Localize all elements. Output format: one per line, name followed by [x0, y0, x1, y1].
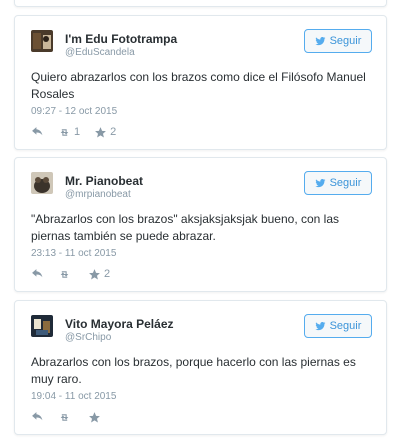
author-handle[interactable]: @EduScandela [65, 47, 135, 58]
avatar[interactable] [31, 315, 53, 337]
tweet-timestamp[interactable]: 23:13 - 11 oct 2015 [31, 248, 116, 259]
tweet-card-partial [14, 0, 387, 7]
retweet-button[interactable]: 1 [58, 126, 80, 139]
tweet-card: I'm Edu Fototrampa @EduScandela Seguir Q… [14, 15, 387, 150]
tweet-card: Vito Mayora Peláez @SrChipo Seguir Abraz… [14, 300, 387, 435]
retweet-button[interactable] [58, 411, 74, 424]
favorite-star-icon [89, 411, 100, 422]
tweet-actions: 2 [31, 267, 124, 281]
reply-icon [32, 268, 43, 277]
reply-icon [32, 411, 43, 420]
favorite-count: 2 [110, 126, 117, 138]
author-handle[interactable]: @SrChipo [65, 332, 111, 343]
favorite-button[interactable] [88, 411, 104, 424]
tweet-actions [31, 410, 118, 424]
tweet-card: Mr. Pianobeat @mrpianobeat Seguir "Abraz… [14, 157, 387, 292]
follow-button[interactable]: Seguir [304, 29, 372, 53]
tweet-text: Abrazarlos con los brazos, porque hacerl… [31, 355, 356, 386]
twitter-bird-icon [315, 178, 326, 187]
author-name[interactable]: Mr. Pianobeat [65, 174, 143, 188]
favorite-button[interactable]: 2 [88, 268, 110, 281]
twitter-bird-icon [315, 36, 326, 45]
tweet-actions: 1 2 [31, 125, 130, 139]
retweet-count: 1 [74, 126, 81, 138]
favorite-star-icon [95, 126, 107, 137]
author-handle[interactable]: @mrpianobeat [65, 189, 131, 200]
author-name[interactable]: Vito Mayora Peláez [65, 317, 174, 331]
tweet-timestamp[interactable]: 19:04 - 11 oct 2015 [31, 391, 116, 402]
reply-button[interactable] [31, 268, 44, 281]
follow-button[interactable]: Seguir [304, 171, 372, 195]
retweet-icon [60, 270, 69, 278]
follow-label: Seguir [329, 177, 362, 189]
tweet-text: Quiero abrazarlos con los brazos como di… [31, 70, 366, 101]
reply-button[interactable] [31, 411, 44, 424]
favorite-count: 2 [104, 268, 111, 280]
avatar[interactable] [31, 172, 53, 194]
author-name[interactable]: I'm Edu Fototrampa [65, 32, 177, 46]
retweet-button[interactable] [58, 268, 74, 281]
follow-button[interactable]: Seguir [304, 314, 372, 338]
favorite-star-icon [89, 268, 100, 279]
reply-button[interactable] [31, 126, 44, 139]
tweet-timestamp[interactable]: 09:27 - 12 oct 2015 [31, 106, 117, 117]
retweet-icon [60, 128, 69, 136]
tweet-text: "Abrazarlos con los brazos" aksjaksjaksj… [31, 212, 340, 243]
favorite-button[interactable]: 2 [94, 126, 116, 139]
avatar[interactable] [31, 30, 53, 52]
reply-icon [32, 126, 43, 135]
follow-label: Seguir [329, 320, 362, 332]
retweet-icon [60, 413, 69, 421]
follow-label: Seguir [329, 35, 362, 47]
twitter-bird-icon [315, 321, 326, 330]
